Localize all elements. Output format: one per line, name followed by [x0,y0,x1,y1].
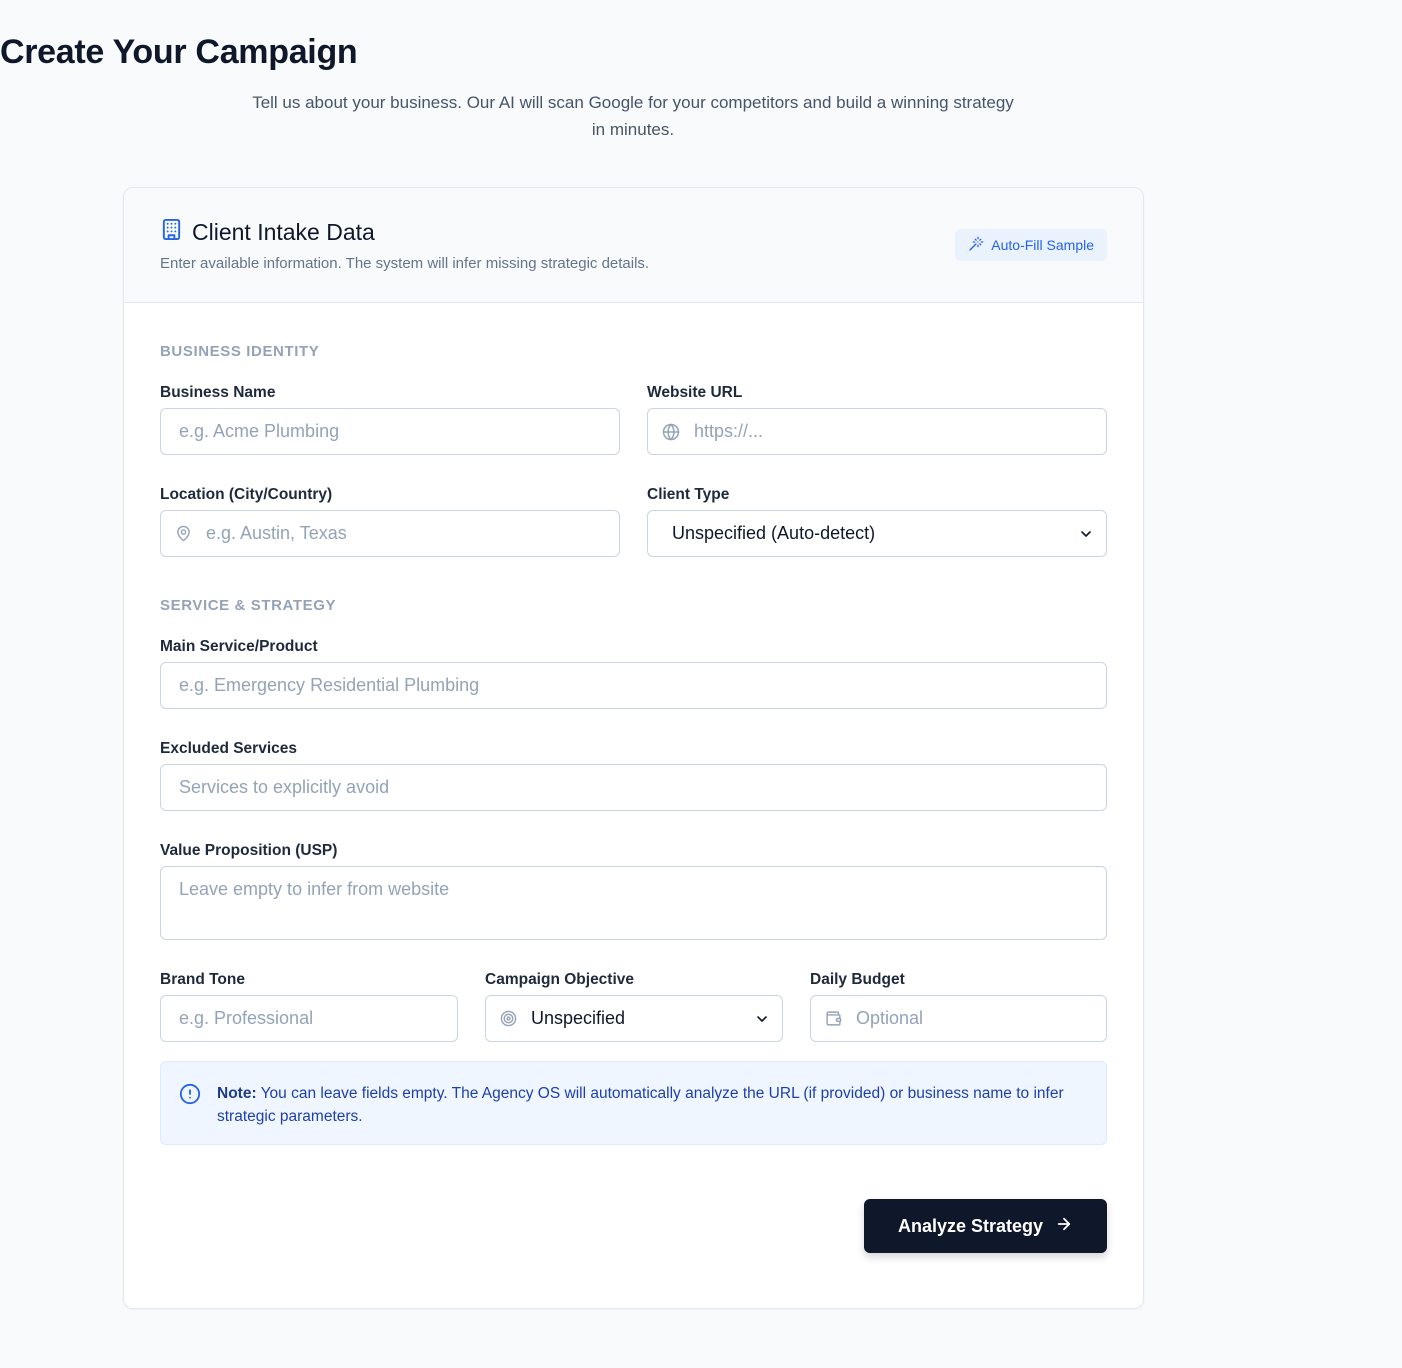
section-service-strategy: SERVICE & STRATEGY [160,597,337,614]
chevron-down-icon [1078,526,1094,542]
website-url-placeholder: https://... [694,421,764,441]
magic-wand-icon [968,236,984,255]
main-service-input[interactable]: e.g. Emergency Residential Plumbing [160,662,1107,709]
location-label: Location (City/Country) [160,486,333,503]
autofill-sample-button[interactable]: Auto-Fill Sample [955,229,1107,261]
analyze-strategy-button[interactable]: Analyze Strategy [864,1199,1107,1253]
map-pin-icon [175,525,192,542]
building-icon [160,218,183,246]
card-description: Enter available information. The system … [160,255,650,272]
campaign-objective-label: Campaign Objective [485,971,635,988]
location-placeholder: e.g. Austin, Texas [206,523,347,543]
wallet-icon [825,1010,842,1027]
daily-budget-input[interactable]: Optional [810,995,1107,1042]
note-text: You can leave fields empty. The Agency O… [217,1085,1064,1125]
client-type-select[interactable]: Unspecified (Auto-detect) [647,510,1107,557]
location-input[interactable]: e.g. Austin, Texas [160,510,620,557]
business-name-placeholder: e.g. Acme Plumbing [179,421,340,441]
daily-budget-label: Daily Budget [810,971,905,988]
business-name-label: Business Name [160,384,276,401]
excluded-services-placeholder: Services to explicitly avoid [179,777,390,797]
daily-budget-placeholder: Optional [856,1008,924,1028]
card-title: Client Intake Data [192,218,375,245]
website-url-label: Website URL [647,384,743,401]
card-header: Client Intake Data Enter available infor… [124,188,1143,303]
value-proposition-label: Value Proposition (USP) [160,842,338,859]
campaign-objective-value: Unspecified [531,1008,626,1028]
autofill-label: Auto-Fill Sample [991,237,1094,253]
business-name-input[interactable]: e.g. Acme Plumbing [160,408,620,455]
client-type-value: Unspecified (Auto-detect) [672,523,876,543]
client-type-label: Client Type [647,486,730,503]
brand-tone-input[interactable]: e.g. Professional [160,995,458,1042]
page-subtitle: Tell us about your business. Our AI will… [252,93,1014,139]
main-service-label: Main Service/Product [160,638,318,655]
section-business-identity: BUSINESS IDENTITY [160,343,320,360]
value-proposition-textarea[interactable]: Leave empty to infer from website [160,866,1107,940]
page-title: Create Your Campaign [0,33,358,71]
excluded-services-label: Excluded Services [160,740,297,757]
globe-icon [662,423,680,441]
website-url-input[interactable]: https://... [647,408,1107,455]
brand-tone-label: Brand Tone [160,971,245,988]
note-bold: Note: [217,1085,257,1102]
excluded-services-input[interactable]: Services to explicitly avoid [160,764,1107,811]
intake-card: Client Intake Data Enter available infor… [123,187,1144,1309]
campaign-objective-select[interactable]: Unspecified [485,995,783,1042]
brand-tone-placeholder: e.g. Professional [179,1008,314,1028]
arrow-right-icon [1055,1215,1073,1238]
chevron-down-icon [754,1011,770,1027]
value-proposition-placeholder: Leave empty to infer from website [179,879,450,899]
note-callout: Note: You can leave fields empty. The Ag… [160,1061,1107,1145]
target-icon [500,1010,517,1027]
main-service-placeholder: e.g. Emergency Residential Plumbing [179,675,480,695]
analyze-strategy-label: Analyze Strategy [897,1215,1044,1236]
info-icon [179,1083,201,1112]
